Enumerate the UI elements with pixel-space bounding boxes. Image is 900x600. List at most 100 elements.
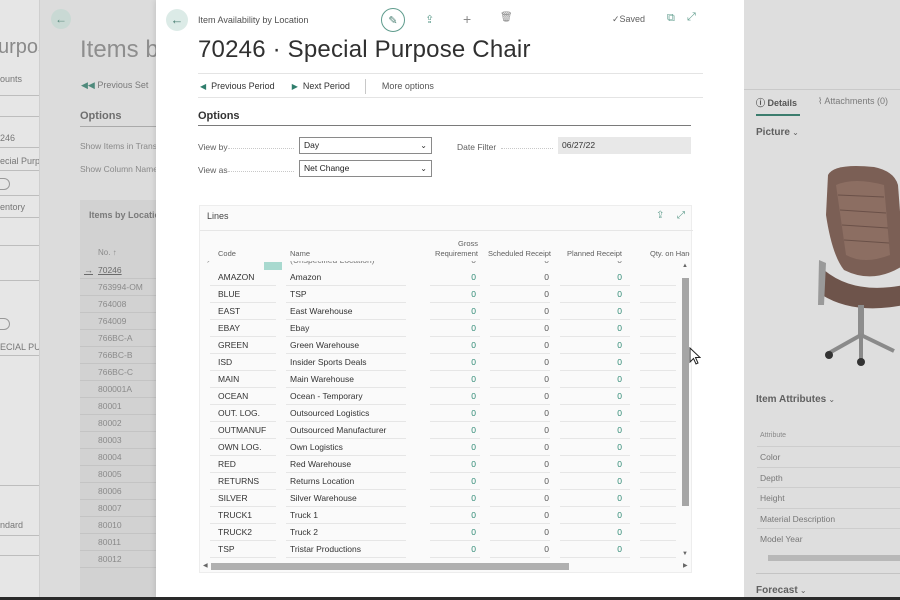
expand-button[interactable]: ⤢: [687, 11, 696, 24]
cell-code[interactable]: RETURNS: [218, 473, 259, 490]
table-row[interactable]: EBAY Ebay 0 0 0: [200, 320, 680, 337]
picture-section-header[interactable]: Picture ⌄: [756, 127, 799, 138]
bg-grid-row[interactable]: 764008: [80, 296, 156, 313]
cell-code[interactable]: EAST: [218, 303, 240, 320]
cell-gross-requirement[interactable]: 0: [456, 371, 476, 388]
bg-grid-row[interactable]: 763994-OM: [80, 279, 156, 296]
cell-code[interactable]: OWN LOG.: [218, 439, 261, 456]
edit-button[interactable]: ✎: [381, 8, 405, 32]
cell-gross-requirement[interactable]: 0: [456, 388, 476, 405]
cell-gross-requirement[interactable]: 0: [456, 269, 476, 286]
previous-period-button[interactable]: ◀ Previous Period: [200, 81, 275, 91]
cell-gross-requirement[interactable]: 0: [456, 490, 476, 507]
scroll-down-icon[interactable]: ▼: [682, 551, 688, 557]
cell-planned-receipt[interactable]: 0: [602, 490, 622, 507]
item-attributes-section-header[interactable]: Item Attributes ⌄: [756, 394, 835, 405]
column-header-gross-requirement[interactable]: Gross Requirement: [418, 239, 478, 259]
scroll-up-icon[interactable]: ▲: [682, 263, 688, 269]
cell-gross-requirement[interactable]: 0: [456, 422, 476, 439]
table-row[interactable]: AMAZON Amazon 0 0 0: [200, 269, 680, 286]
bg-grid-row[interactable]: 80007: [80, 500, 156, 517]
horizontal-scrollbar-thumb[interactable]: [211, 563, 569, 570]
table-row[interactable]: OUT. LOG. Outsourced Logistics 0 0 0: [200, 405, 680, 422]
share-button[interactable]: ⇪: [425, 13, 434, 26]
table-row[interactable]: MAIN Main Warehouse 0 0 0: [200, 371, 680, 388]
table-row[interactable]: ISD Insider Sports Deals 0 0 0: [200, 354, 680, 371]
scroll-right-icon[interactable]: ▶: [683, 562, 688, 569]
cell-code[interactable]: OCEAN: [218, 388, 248, 405]
lines-share-button[interactable]: ⇪: [656, 210, 664, 221]
cell-gross-requirement[interactable]: 0: [456, 337, 476, 354]
view-by-select[interactable]: Day ⌄: [299, 137, 432, 154]
table-row[interactable]: OCEAN Ocean - Temporary 0 0 0: [200, 388, 680, 405]
cell-gross-requirement[interactable]: 0: [456, 286, 476, 303]
date-filter-input[interactable]: 06/27/22: [558, 137, 691, 154]
table-row[interactable]: EAST East Warehouse 0 0 0: [200, 303, 680, 320]
bg-grid-row[interactable]: 766BC-B: [80, 347, 156, 364]
cell-planned-receipt[interactable]: 0: [602, 439, 622, 456]
table-row[interactable]: TRUCK2 Truck 2 0 0 0: [200, 524, 680, 541]
bg-grid-row[interactable]: 70246 →: [80, 262, 156, 279]
factbox-tab-details[interactable]: ⓘ Details: [756, 96, 797, 109]
cell-planned-receipt[interactable]: 0: [602, 371, 622, 388]
cell-code[interactable]: BLUE: [218, 286, 240, 303]
cell-planned-receipt[interactable]: 0: [602, 286, 622, 303]
cell-planned-receipt[interactable]: 0: [602, 354, 622, 371]
cell-code[interactable]: TRUCK1: [218, 507, 252, 524]
card-toggle-2[interactable]: [0, 318, 10, 330]
cell-planned-receipt[interactable]: 0: [602, 422, 622, 439]
bg-grid-row[interactable]: 80011: [80, 534, 156, 551]
cell-gross-requirement[interactable]: 0: [456, 303, 476, 320]
forecast-section-header[interactable]: Forecast ⌄: [756, 585, 807, 596]
bg-grid-row[interactable]: 766BC-A: [80, 330, 156, 347]
table-row[interactable]: GREEN Green Warehouse 0 0 0: [200, 337, 680, 354]
cell-gross-requirement[interactable]: 0: [456, 456, 476, 473]
column-header-name[interactable]: Name: [290, 249, 310, 259]
cell-gross-requirement[interactable]: 0: [456, 354, 476, 371]
column-header-scheduled-receipt[interactable]: Scheduled Receipt: [485, 249, 551, 259]
cell-planned-receipt[interactable]: 0: [602, 320, 622, 337]
cell-gross-requirement[interactable]: 0: [456, 524, 476, 541]
bg-grid-row[interactable]: 766BC-C: [80, 364, 156, 381]
lines-expand-button[interactable]: ⤢: [677, 210, 685, 221]
table-row[interactable]: TSP Tristar Productions 0 0 0: [200, 541, 680, 558]
cell-code[interactable]: AMAZON: [218, 269, 254, 286]
cell-planned-receipt[interactable]: 0: [602, 473, 622, 490]
table-row[interactable]: TRUCK1 Truck 1 0 0 0: [200, 507, 680, 524]
cell-planned-receipt[interactable]: 0: [602, 337, 622, 354]
card-toggle[interactable]: [0, 178, 10, 190]
horizontal-scrollbar[interactable]: ◀ ▶: [202, 563, 690, 571]
cell-code[interactable]: GREEN: [218, 337, 248, 354]
more-options-button[interactable]: More options: [382, 81, 434, 91]
cell-planned-receipt[interactable]: 0: [602, 405, 622, 422]
cell-planned-receipt[interactable]: 0: [602, 541, 622, 558]
cell-planned-receipt[interactable]: 0: [602, 303, 622, 320]
table-row[interactable]: SILVER Silver Warehouse 0 0 0: [200, 490, 680, 507]
column-header-code[interactable]: Code: [218, 249, 236, 259]
column-header-qty-on-hand[interactable]: Qty. on Hand: [650, 249, 690, 259]
table-row[interactable]: OUTMANUF Outsourced Manufacturer 0 0 0: [200, 422, 680, 439]
cell-planned-receipt[interactable]: 0: [602, 507, 622, 524]
bg-grid-row[interactable]: 80010: [80, 517, 156, 534]
delete-button[interactable]: 🗑: [500, 12, 513, 23]
new-button[interactable]: +: [463, 11, 471, 27]
column-header-planned-receipt[interactable]: Planned Receipt: [560, 249, 622, 259]
cell-gross-requirement[interactable]: 0: [456, 541, 476, 558]
bg-grid-row[interactable]: 80002: [80, 415, 156, 432]
open-new-window-button[interactable]: ⧉: [667, 12, 675, 25]
cell-planned-receipt[interactable]: 0: [602, 456, 622, 473]
bg-grid-row[interactable]: 80004: [80, 449, 156, 466]
bg-grid-row[interactable]: 80003: [80, 432, 156, 449]
cell-code[interactable]: RED: [218, 456, 236, 473]
bg-back-icon[interactable]: ←: [51, 9, 71, 29]
vertical-scrollbar-thumb[interactable]: [682, 278, 689, 506]
scroll-left-icon[interactable]: ◀: [203, 562, 208, 569]
cell-code[interactable]: EBAY: [218, 320, 240, 337]
bg-previous-set-button[interactable]: ◀◀ Previous Set: [81, 80, 148, 91]
cell-planned-receipt[interactable]: 0: [602, 388, 622, 405]
table-row[interactable]: BLUE TSP 0 0 0: [200, 286, 680, 303]
cell-code[interactable]: OUT. LOG.: [218, 405, 260, 422]
cell-gross-requirement[interactable]: 0: [456, 507, 476, 524]
cell-code[interactable]: OUTMANUF: [218, 422, 266, 439]
bg-grid-row[interactable]: 80005: [80, 466, 156, 483]
